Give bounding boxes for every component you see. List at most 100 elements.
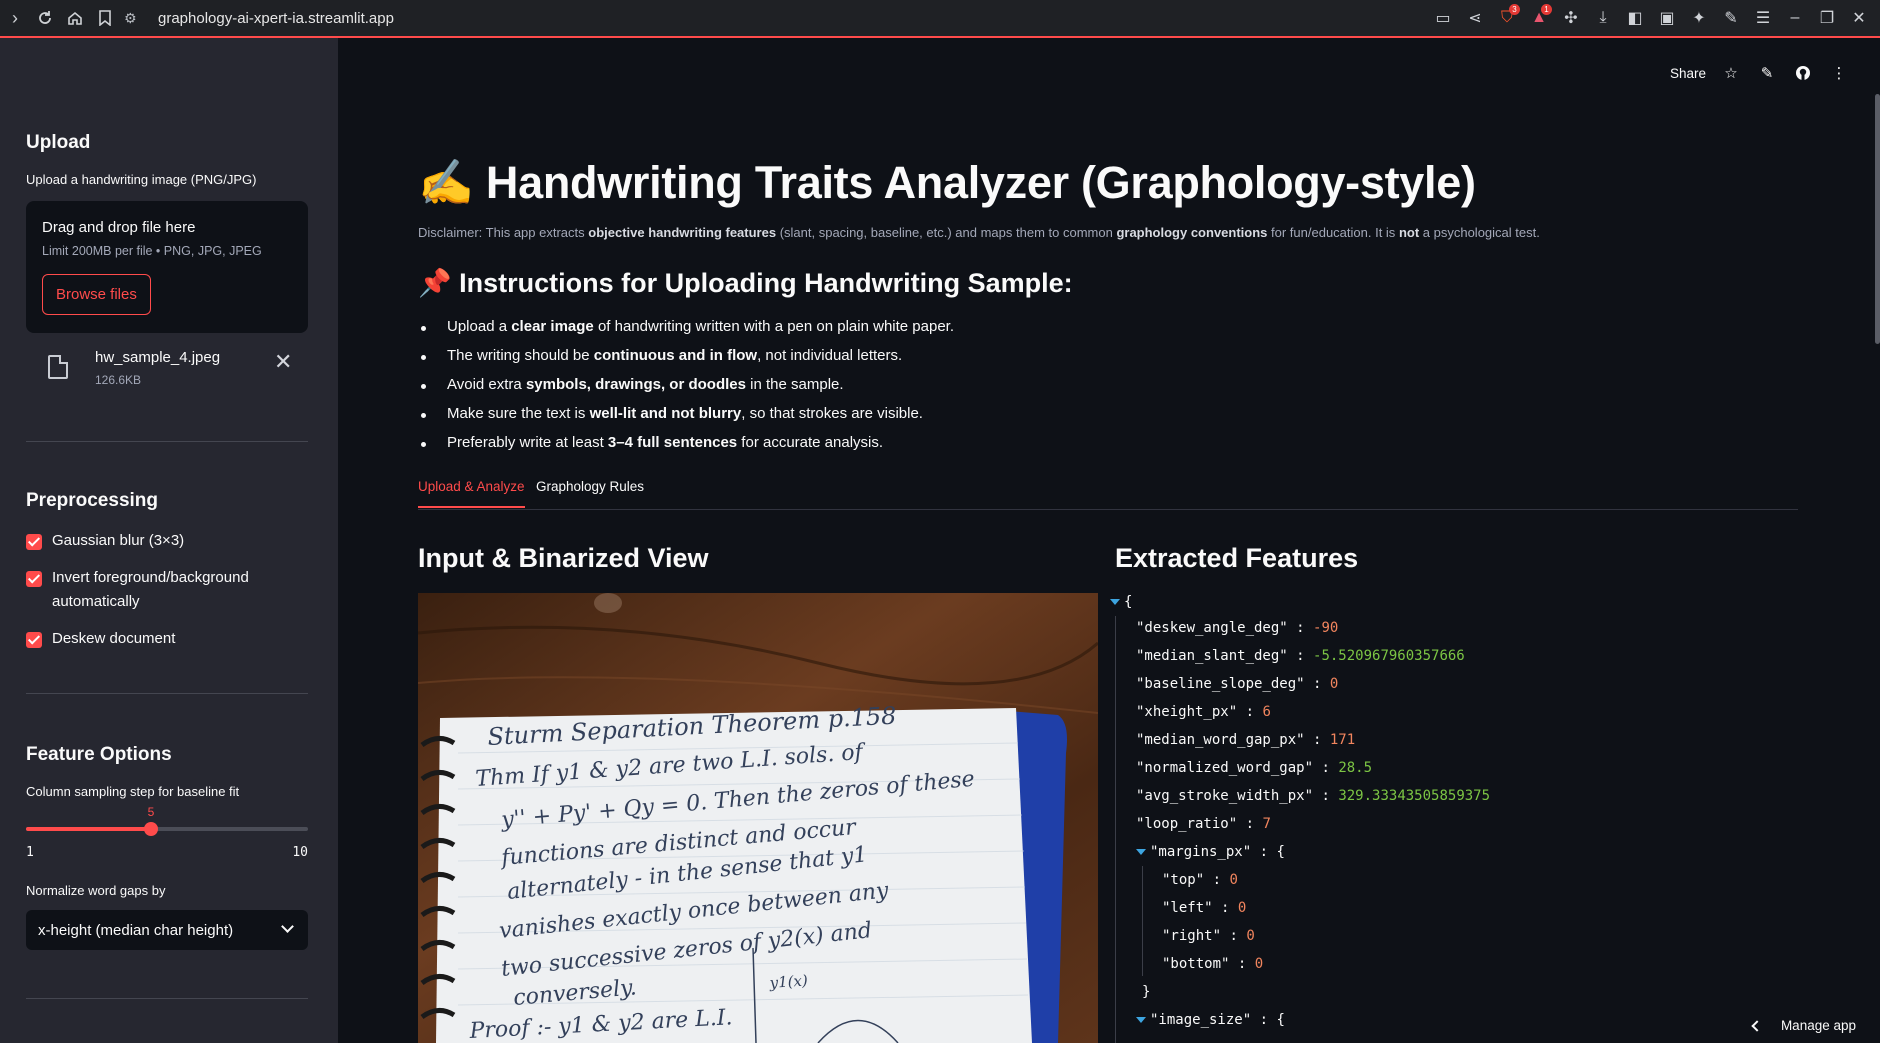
manage-app-button[interactable]: Manage app — [1751, 1018, 1856, 1033]
handwriting-line: y1(x) — [768, 971, 808, 992]
deskew-checkbox[interactable]: Deskew document — [26, 630, 308, 651]
slider-fill — [26, 827, 151, 831]
more-vert-icon[interactable]: ⋮ — [1828, 62, 1850, 84]
json-row: "xheight_px" : 6 — [1136, 704, 1271, 720]
features-json: { "deskew_angle_deg" : -90 "median_slant… — [1110, 594, 1810, 1043]
tab-bar: Upload & Analyze Graphology Rules — [418, 470, 1798, 510]
sidebar-toggle-icon[interactable]: ◧ — [1620, 3, 1650, 33]
close-window-icon[interactable]: ✕ — [1844, 3, 1874, 33]
tab-upload-analyze[interactable]: Upload & Analyze — [418, 479, 525, 508]
json-row: "avg_stroke_width_px" : 329.333435058593… — [1136, 788, 1491, 804]
slider-min: 1 — [26, 845, 34, 860]
json-image-size-toggle[interactable]: "image_size" : { — [1136, 1012, 1285, 1028]
handwriting-image: Sturm Separation Theorem p.158 Thm If y1… — [418, 593, 1098, 1043]
extensions-icon[interactable]: ✣ — [1556, 3, 1586, 33]
checkbox-checked[interactable] — [26, 632, 42, 648]
cast-icon[interactable]: ▭ — [1428, 3, 1458, 33]
slider-track[interactable] — [26, 827, 308, 831]
upload-heading: Upload — [26, 132, 91, 153]
leo-ai-icon[interactable]: ✦ — [1684, 3, 1714, 33]
list-item: The writing should be continuous and in … — [418, 347, 954, 376]
reload-icon[interactable] — [30, 3, 60, 33]
address-bar[interactable]: ⚙ graphology-ai-xpert-ia.streamlit.app — [124, 3, 394, 33]
json-guide — [1142, 866, 1143, 976]
json-row: "top" : 0 — [1162, 872, 1238, 888]
app-toolbar: Share ☆ ✎ ⋮ — [1670, 62, 1850, 84]
invert-checkbox[interactable]: Invert foreground/background automatical… — [26, 569, 308, 614]
wallet-icon[interactable]: ▣ — [1652, 3, 1682, 33]
share-button[interactable]: Share — [1670, 66, 1706, 81]
list-item: Upload a clear image of handwriting writ… — [418, 318, 954, 347]
json-row: "normalized_word_gap" : 28.5 — [1136, 760, 1373, 776]
baseline-step-slider[interactable]: 5 1 10 — [26, 803, 308, 863]
json-row: "median_slant_deg" : -5.520967960357666 — [1136, 648, 1465, 664]
divider — [26, 441, 308, 442]
divider — [26, 998, 308, 999]
json-root-toggle[interactable]: { — [1110, 594, 1132, 610]
brave-shield-icon[interactable]: ⛉ 3 — [1492, 3, 1522, 33]
file-dropzone[interactable]: Drag and drop file here Limit 200MB per … — [26, 201, 308, 333]
slider-value: 5 — [147, 805, 155, 819]
minimize-icon[interactable]: – — [1780, 3, 1810, 33]
main-area: Share ☆ ✎ ⋮ ✍️ Handwriting Traits Analyz… — [338, 38, 1880, 1043]
caret-down-icon[interactable] — [1136, 849, 1146, 855]
select-value: x-height (median char height) — [38, 921, 234, 939]
handwriting-photo-svg: Sturm Separation Theorem p.158 Thm If y1… — [418, 593, 1098, 1043]
instructions-heading: 📌 Instructions for Uploading Handwriting… — [418, 268, 1073, 298]
slider-max: 10 — [292, 845, 308, 860]
uploaded-file: hw_sample_4.jpeg 126.6KB ✕ — [26, 345, 308, 405]
sidebar: Upload Upload a handwriting image (PNG/J… — [0, 38, 338, 1043]
bookmark-icon[interactable] — [90, 3, 120, 33]
browse-files-button[interactable]: Browse files — [42, 274, 151, 315]
json-row: "loop_ratio" : 7 — [1136, 816, 1271, 832]
list-item: Make sure the text is well-lit and not b… — [418, 405, 954, 434]
rewards-icon[interactable]: ▲ 1 — [1524, 3, 1554, 33]
slider-thumb[interactable] — [144, 822, 158, 836]
download-icon[interactable]: ⤓ — [1588, 3, 1618, 33]
json-row: "baseline_slope_deg" : 0 — [1136, 676, 1339, 692]
checkbox-checked[interactable] — [26, 534, 42, 550]
chevron-left-icon — [1751, 1019, 1763, 1032]
star-icon[interactable]: ☆ — [1720, 62, 1742, 84]
gaussian-blur-checkbox[interactable]: Gaussian blur (3×3) — [26, 532, 308, 553]
browser-chrome: › ⚙ graphology-ai-xpert-ia.streamlit.app… — [0, 0, 1880, 38]
list-item: Preferably write at least 3–4 full sente… — [418, 434, 954, 463]
checkbox-checked[interactable] — [26, 571, 42, 587]
site-settings-icon[interactable]: ⚙ — [124, 10, 146, 27]
feature-options-heading: Feature Options — [26, 744, 172, 765]
divider — [26, 693, 308, 694]
github-icon[interactable] — [1792, 62, 1814, 84]
json-row: "bottom" : 0 — [1162, 956, 1264, 972]
instructions-list: Upload a clear image of handwriting writ… — [418, 318, 954, 463]
json-row: "deskew_angle_deg" : -90 — [1136, 620, 1339, 636]
restore-icon[interactable]: ❐ — [1812, 3, 1842, 33]
pen-icon[interactable]: ✎ — [1716, 3, 1746, 33]
scrollbar[interactable] — [1875, 94, 1880, 344]
json-guide — [1115, 616, 1116, 1043]
disclaimer: Disclaimer: This app extracts objective … — [418, 225, 1540, 240]
select-label: Normalize word gaps by — [26, 883, 166, 898]
page-title: ✍️ Handwriting Traits Analyzer (Grapholo… — [418, 157, 1476, 208]
preprocessing-heading: Preprocessing — [26, 490, 158, 511]
file-name: hw_sample_4.jpeg — [95, 349, 221, 366]
file-icon — [48, 355, 68, 379]
dropzone-limit: Limit 200MB per file • PNG, JPG, JPEG — [42, 244, 262, 258]
list-item: Avoid extra symbols, drawings, or doodle… — [418, 376, 954, 405]
menu-icon[interactable]: ☰ — [1748, 3, 1778, 33]
json-row: "median_word_gap_px" : 171 — [1136, 732, 1356, 748]
forward-icon[interactable]: › — [0, 3, 30, 33]
features-heading: Extracted Features — [1115, 543, 1359, 573]
json-margins-toggle[interactable]: "margins_px" : { — [1136, 844, 1285, 860]
home-icon[interactable] — [60, 3, 90, 33]
normalize-select[interactable]: x-height (median char height) — [26, 910, 308, 950]
json-row: "left" : 0 — [1162, 900, 1247, 916]
edit-icon[interactable]: ✎ — [1756, 62, 1778, 84]
share-icon[interactable]: ⋖ — [1460, 3, 1490, 33]
preprocessing-options: Gaussian blur (3×3) Invert foreground/ba… — [26, 532, 308, 651]
caret-down-icon[interactable] — [1110, 599, 1120, 605]
remove-file-icon[interactable]: ✕ — [274, 349, 292, 375]
upload-label: Upload a handwriting image (PNG/JPG) — [26, 172, 257, 187]
chevron-down-icon — [281, 920, 294, 933]
caret-down-icon[interactable] — [1136, 1017, 1146, 1023]
tab-graphology-rules[interactable]: Graphology Rules — [536, 479, 644, 506]
